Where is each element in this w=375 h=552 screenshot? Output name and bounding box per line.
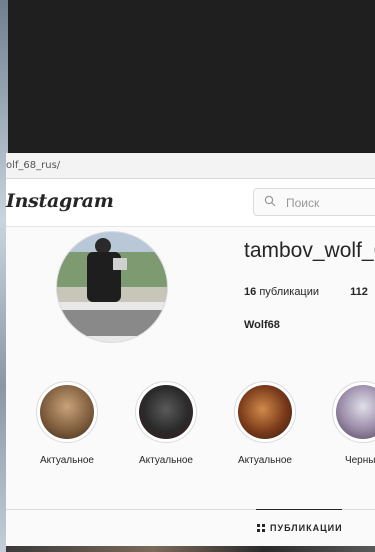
highlight-thumbnail	[336, 385, 375, 439]
highlight-label: Актуальное	[238, 455, 292, 466]
tab-posts-label: ПУБЛИКАЦИИ	[270, 523, 343, 533]
profile-full-name: Wolf68	[244, 319, 280, 331]
highlight-thumbnail	[40, 385, 94, 439]
highlight-label: Актуальное	[139, 455, 193, 466]
highlight-thumbnail	[139, 385, 193, 439]
highlight-label: Актуальное	[40, 455, 94, 466]
search-input[interactable]: Поиск	[253, 188, 375, 216]
profile-stats: 16 публикации 112	[244, 286, 368, 298]
highlight-1[interactable]	[36, 381, 98, 443]
grid-icon	[257, 524, 265, 532]
instagram-logo[interactable]: Instagram	[6, 190, 114, 212]
avatar-photo	[57, 232, 167, 342]
instagram-page: Instagram Поиск tambov_wolf_6 16 публика…	[6, 179, 375, 552]
highlight-2[interactable]	[135, 381, 197, 443]
active-tab-indicator	[256, 509, 342, 510]
tab-posts[interactable]: ПУБЛИКАЦИИ	[257, 523, 343, 533]
top-nav: Instagram Поиск	[6, 179, 375, 227]
posts-count: 16	[244, 286, 257, 298]
highlight-3[interactable]	[234, 381, 296, 443]
highlight-label: Черный	[344, 455, 375, 466]
highlight-4[interactable]	[332, 381, 375, 443]
url-text: olf_68_rus/	[6, 160, 61, 171]
screenshot-frame: olf_68_rus/ Instagram Поиск tambov_wolf_…	[0, 0, 375, 552]
dark-background	[0, 0, 375, 152]
avatar[interactable]	[56, 231, 168, 343]
highlight-thumbnail	[238, 385, 292, 439]
search-placeholder: Поиск	[286, 196, 320, 210]
posts-label: публикации	[259, 286, 320, 298]
followers-count[interactable]: 112	[350, 286, 368, 298]
search-icon	[264, 195, 276, 207]
profile-username: tambov_wolf_6	[244, 239, 375, 262]
post-thumbnails-edge	[6, 546, 375, 552]
address-bar[interactable]: olf_68_rus/	[6, 153, 375, 179]
